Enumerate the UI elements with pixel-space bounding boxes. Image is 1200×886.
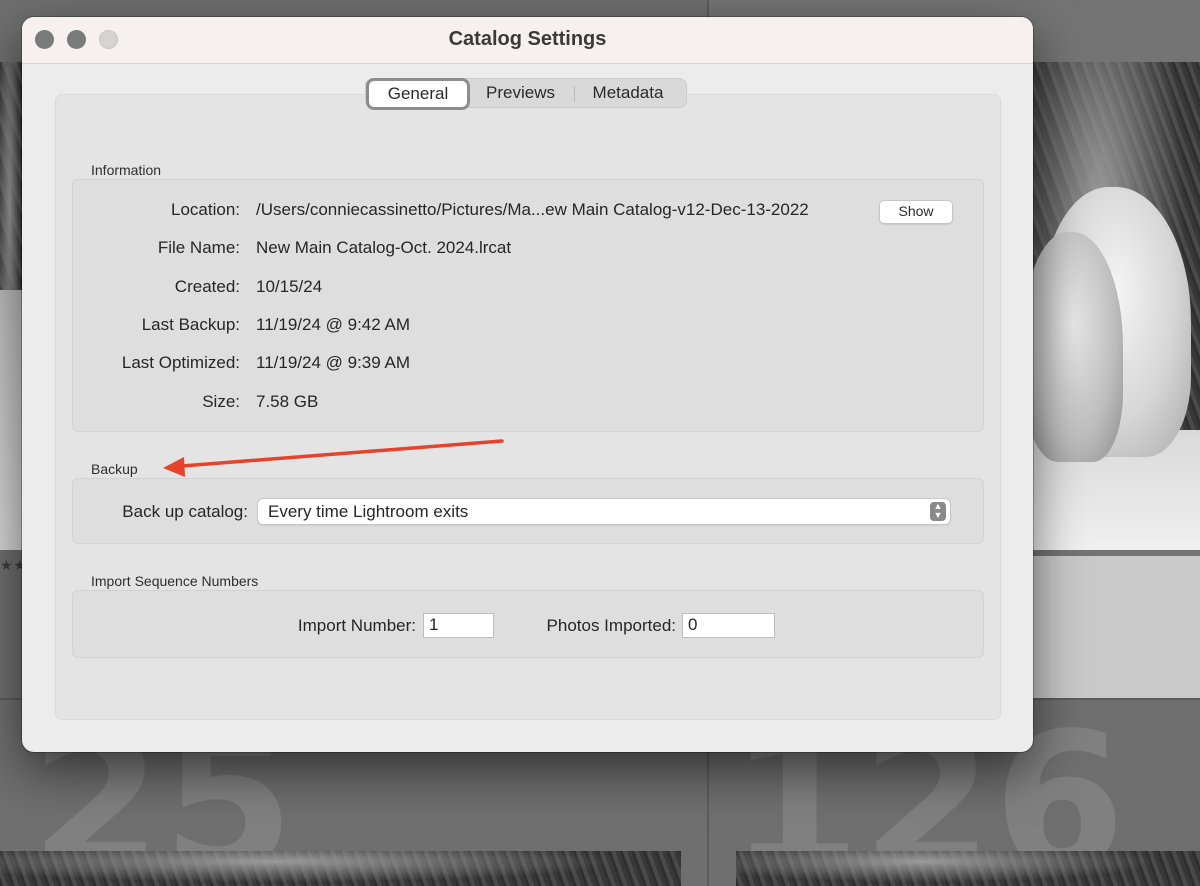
last-optimized-label: Last Optimized: [121,353,240,372]
tab-bar: General Previews Metadata [365,78,687,110]
file-name-label: File Name: [157,238,240,257]
created-label: Created: [174,277,240,296]
file-name-value: New Main Catalog-Oct. 2024.lrcat [256,238,512,257]
backup-section-label: Backup [91,461,138,477]
photos-imported-input[interactable]: 0 [682,613,775,638]
last-backup-label: Last Backup: [141,315,240,334]
show-location-button[interactable]: Show [879,200,953,224]
photos-imported-label: Photos Imported: [546,616,676,635]
title-bar[interactable]: Catalog Settings [22,17,1033,64]
tab-general[interactable]: General [366,78,470,110]
backup-frequency-value: Every time Lightroom exits [268,502,469,521]
import-number-input[interactable]: 1 [423,613,494,638]
information-section-label: Information [91,162,162,178]
last-optimized-value: 11/19/24 @ 9:39 AM [256,353,410,372]
backup-frequency-select[interactable]: Every time Lightroom exits ▲ ▼ [257,498,951,525]
grid-cell-lower-photo [1033,556,1200,698]
backup-catalog-label: Back up catalog: [122,502,248,521]
dialog-title: Catalog Settings [448,28,607,50]
import-number-label: Import Number: [297,616,416,635]
thumbnail-left[interactable] [0,62,24,550]
thumbnail-bottom-left[interactable] [0,851,681,886]
chevron-updown-icon: ▲ ▼ [930,502,946,521]
size-label: Size: [202,392,240,411]
size-value: 7.58 GB [256,392,319,411]
tab-separator [574,86,575,102]
tab-previews[interactable]: Previews [472,79,569,107]
location-label: Location: [171,200,240,219]
last-backup-value: 11/19/24 @ 9:42 AM [256,315,410,334]
import-sequence-section-label: Import Sequence Numbers [91,573,259,589]
created-value: 10/15/24 [256,277,323,296]
thumbnail-right[interactable] [1033,62,1200,550]
thumbnail-bottom-right[interactable] [736,851,1200,886]
tab-metadata[interactable]: Metadata [578,79,678,107]
location-value: /Users/conniecassinetto/Pictures/Ma...ew… [256,200,809,219]
catalog-settings-dialog: Catalog Settings General Previews Metada… [22,17,1033,752]
